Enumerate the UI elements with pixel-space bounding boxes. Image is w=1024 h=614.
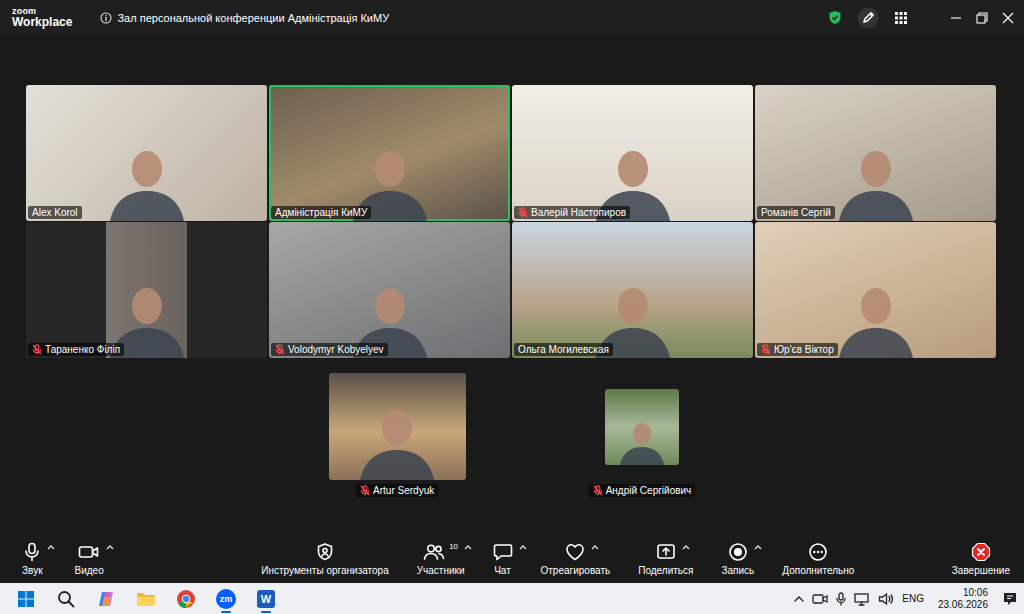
chat-button[interactable]: Чат <box>493 542 513 576</box>
copilot-taskbar-button[interactable] <box>94 585 118 613</box>
video-frame <box>831 278 921 358</box>
video-button[interactable]: Видео <box>75 542 104 576</box>
apps-icon[interactable] <box>894 11 908 25</box>
chrome-taskbar-button[interactable] <box>174 585 198 613</box>
meeting-toolbar: Звук Видео Инструменты организатора 10Участ… <box>0 535 1024 583</box>
caret-icon[interactable] <box>682 544 690 550</box>
participant-name: Ольга Могилевская <box>514 343 613 356</box>
windows-taskbar: zm W ENG 10:0623.06.2026 <box>0 583 1024 614</box>
muted-mic-icon <box>518 207 528 218</box>
host-button[interactable]: Инструменты организатора <box>261 542 388 576</box>
mic-icon <box>23 542 41 562</box>
word-icon: W <box>257 590 275 608</box>
volume-icon[interactable] <box>878 592 894 606</box>
muted-mic-icon <box>275 344 285 355</box>
participant-name: Volodymyr Kobyelyev <box>271 343 388 356</box>
caret-icon[interactable] <box>106 544 114 550</box>
caret-icon[interactable] <box>47 544 55 550</box>
participant-name: Андрій Сергійович <box>589 484 696 497</box>
search-icon <box>57 590 75 608</box>
more-button[interactable]: Дополнительно <box>782 542 854 576</box>
video-frame <box>831 141 921 221</box>
camera-icon[interactable] <box>812 592 828 606</box>
close-icon[interactable] <box>1002 12 1014 24</box>
muted-mic-icon <box>593 485 603 496</box>
participant-name: Alex Korol <box>28 206 82 219</box>
muted-mic-icon <box>32 344 42 355</box>
info-icon[interactable] <box>100 12 112 24</box>
participant-name: Тараненко Філіп <box>28 343 124 356</box>
host-icon <box>316 542 334 562</box>
react-button[interactable]: Отреагировать <box>541 542 611 576</box>
participant-tile[interactable]: Романів Сергій <box>755 85 996 221</box>
title-bar: zoomWorkplace Зал персональной конференци… <box>0 0 1024 35</box>
word-taskbar-button[interactable]: W <box>254 585 278 613</box>
participant-tile[interactable]: Volodymyr Kobyelyev <box>269 222 510 358</box>
copilot-icon <box>96 589 116 609</box>
participant-name: Юр'єв Віктор <box>757 343 838 356</box>
participant-name: Романів Сергій <box>757 206 835 219</box>
video-frame <box>352 400 442 480</box>
mic-icon[interactable] <box>836 592 846 606</box>
caret-icon[interactable] <box>519 544 527 550</box>
chat-icon <box>493 542 513 562</box>
input-language[interactable]: ENG <box>902 593 924 604</box>
participant-tile[interactable] <box>605 389 679 465</box>
participant-tile[interactable]: Alex Korol <box>26 85 267 221</box>
minimize-icon[interactable] <box>950 12 962 24</box>
participants-icon <box>423 542 445 562</box>
participant-tile[interactable]: Тараненко Філіп <box>26 222 267 358</box>
video-gallery: Alex Korol Адміністрація КиМУ Валерій Наст… <box>0 35 1024 535</box>
chrome-icon <box>176 589 196 609</box>
restore-icon[interactable] <box>976 12 988 24</box>
more-icon <box>808 542 828 562</box>
network-icon[interactable] <box>854 592 870 606</box>
notification-icon[interactable] <box>1002 591 1018 607</box>
participant-tile[interactable]: Адміністрація КиМУ <box>269 85 510 221</box>
pencil-icon[interactable] <box>856 7 880 29</box>
participant-name: Валерій Настопиров <box>514 206 630 219</box>
explorer-taskbar-button[interactable] <box>134 585 158 613</box>
react-icon <box>565 542 585 562</box>
zoom-taskbar-button[interactable]: zm <box>214 585 238 613</box>
meeting-title: Зал персональной конференции Адміністрац… <box>100 12 828 24</box>
start-taskbar-button[interactable] <box>14 585 38 613</box>
caret-icon[interactable] <box>591 544 599 550</box>
participant-tile[interactable]: Валерій Настопиров <box>512 85 753 221</box>
participant-name: Адміністрація КиМУ <box>271 206 371 219</box>
caret-icon[interactable] <box>464 544 472 550</box>
participants-button[interactable]: 10Участники <box>417 542 465 576</box>
start-icon <box>18 591 34 607</box>
share-button[interactable]: Поделиться <box>638 542 693 576</box>
mic-button[interactable]: Звук <box>22 542 43 576</box>
participant-name: Artur Serdyuk <box>356 484 438 497</box>
search-taskbar-button[interactable] <box>54 585 78 613</box>
participant-tile[interactable]: Юр'єв Віктор <box>755 222 996 358</box>
clock[interactable]: 10:0623.06.2026 <box>938 587 988 611</box>
shield-icon[interactable] <box>828 10 842 25</box>
video-icon <box>78 542 100 562</box>
participant-tile[interactable] <box>329 373 466 480</box>
participant-tile[interactable]: Ольга Могилевская <box>512 222 753 358</box>
video-frame <box>615 417 669 465</box>
end-icon <box>971 542 991 562</box>
record-button[interactable]: Запись <box>721 542 754 576</box>
muted-mic-icon <box>360 485 370 496</box>
end-button[interactable]: Завершение <box>952 542 1010 576</box>
chevron-icon[interactable] <box>794 595 804 603</box>
muted-mic-icon <box>761 344 771 355</box>
share-icon <box>656 542 676 562</box>
video-frame <box>102 141 192 221</box>
zoom-logo: zoomWorkplace <box>12 7 72 28</box>
zoom-icon: zm <box>216 589 236 609</box>
record-icon <box>728 542 748 562</box>
caret-icon[interactable] <box>754 544 762 550</box>
explorer-icon <box>136 590 156 608</box>
